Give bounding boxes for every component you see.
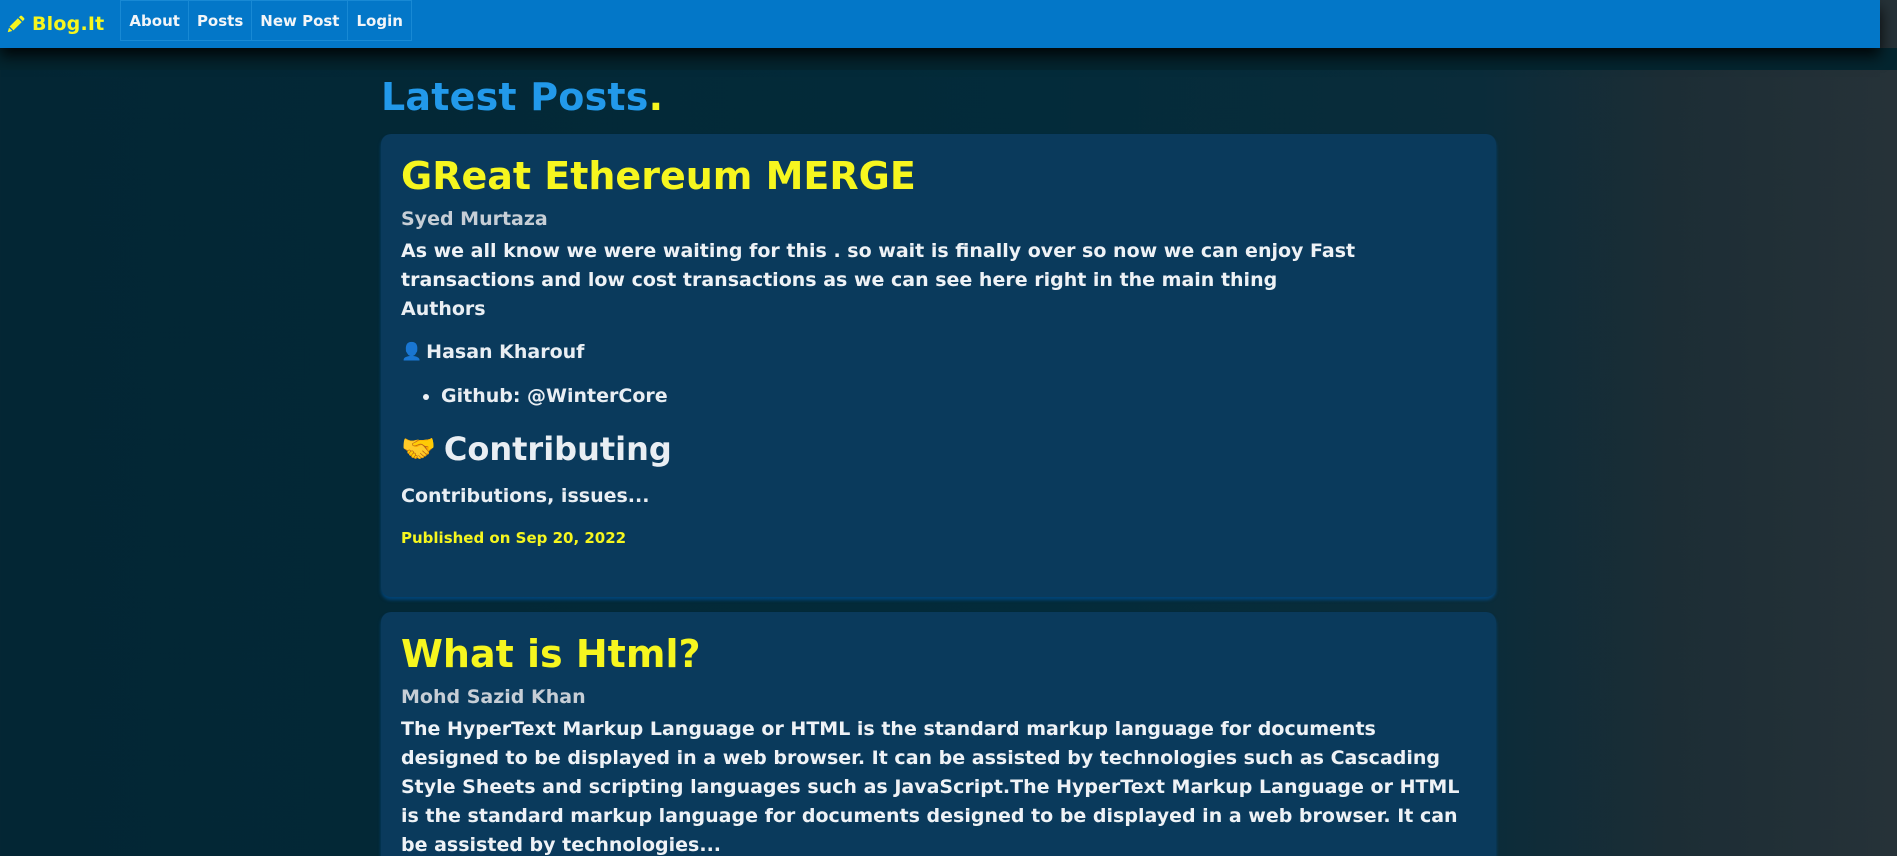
post-author: Syed Murtaza	[401, 208, 548, 230]
page-title-dot: .	[648, 75, 664, 119]
authors-heading: Authors	[401, 298, 486, 320]
nav-item-about[interactable]: About	[120, 0, 189, 41]
main-content: Latest Posts. GReat Ethereum MERGE Syed …	[381, 70, 1496, 856]
post-card[interactable]: What is Html? Mohd Sazid Khan The HyperT…	[381, 612, 1496, 856]
nav-menu: About Posts New Post Login	[120, 0, 412, 41]
nav-item-new-post[interactable]: New Post	[251, 0, 349, 41]
published-date: Published on Sep 20, 2022	[401, 529, 627, 547]
post-body: The HyperText Markup Language or HTML is…	[401, 718, 1460, 856]
handshake-icon: 🤝	[401, 432, 436, 465]
nav-item-login[interactable]: Login	[347, 0, 412, 41]
post-title[interactable]: GReat Ethereum MERGE	[401, 150, 1476, 202]
post-author: Mohd Sazid Khan	[401, 686, 586, 708]
author-links: Github: @WinterCore	[401, 383, 1476, 409]
navbar: Blog.It About Posts New Post Login	[0, 0, 1880, 48]
pencil-icon	[7, 15, 25, 33]
nav-item-posts[interactable]: Posts	[187, 0, 253, 41]
page-title: Latest Posts.	[381, 72, 1496, 122]
page-title-text: Latest Posts	[381, 75, 649, 119]
author-entry: 👤 Hasan Kharouf	[401, 339, 1476, 365]
contributing-heading-text: Contributing	[443, 430, 672, 468]
author-name: Hasan Kharouf	[426, 341, 585, 363]
header-shadow-band	[0, 48, 1897, 70]
post-body: As we all know we were waiting for this …	[401, 240, 1356, 291]
contributing-heading: 🤝 Contributing	[401, 429, 1476, 469]
brand-link[interactable]: Blog.It	[0, 0, 120, 48]
person-icon: 👤	[401, 342, 423, 362]
post-title[interactable]: What is Html?	[401, 628, 1476, 680]
post-card[interactable]: GReat Ethereum MERGE Syed Murtaza As we …	[381, 134, 1496, 597]
github-link[interactable]: Github: @WinterCore	[441, 383, 1476, 409]
brand-label: Blog.It	[32, 13, 105, 35]
contributing-text: Contributions, issues...	[401, 485, 650, 507]
